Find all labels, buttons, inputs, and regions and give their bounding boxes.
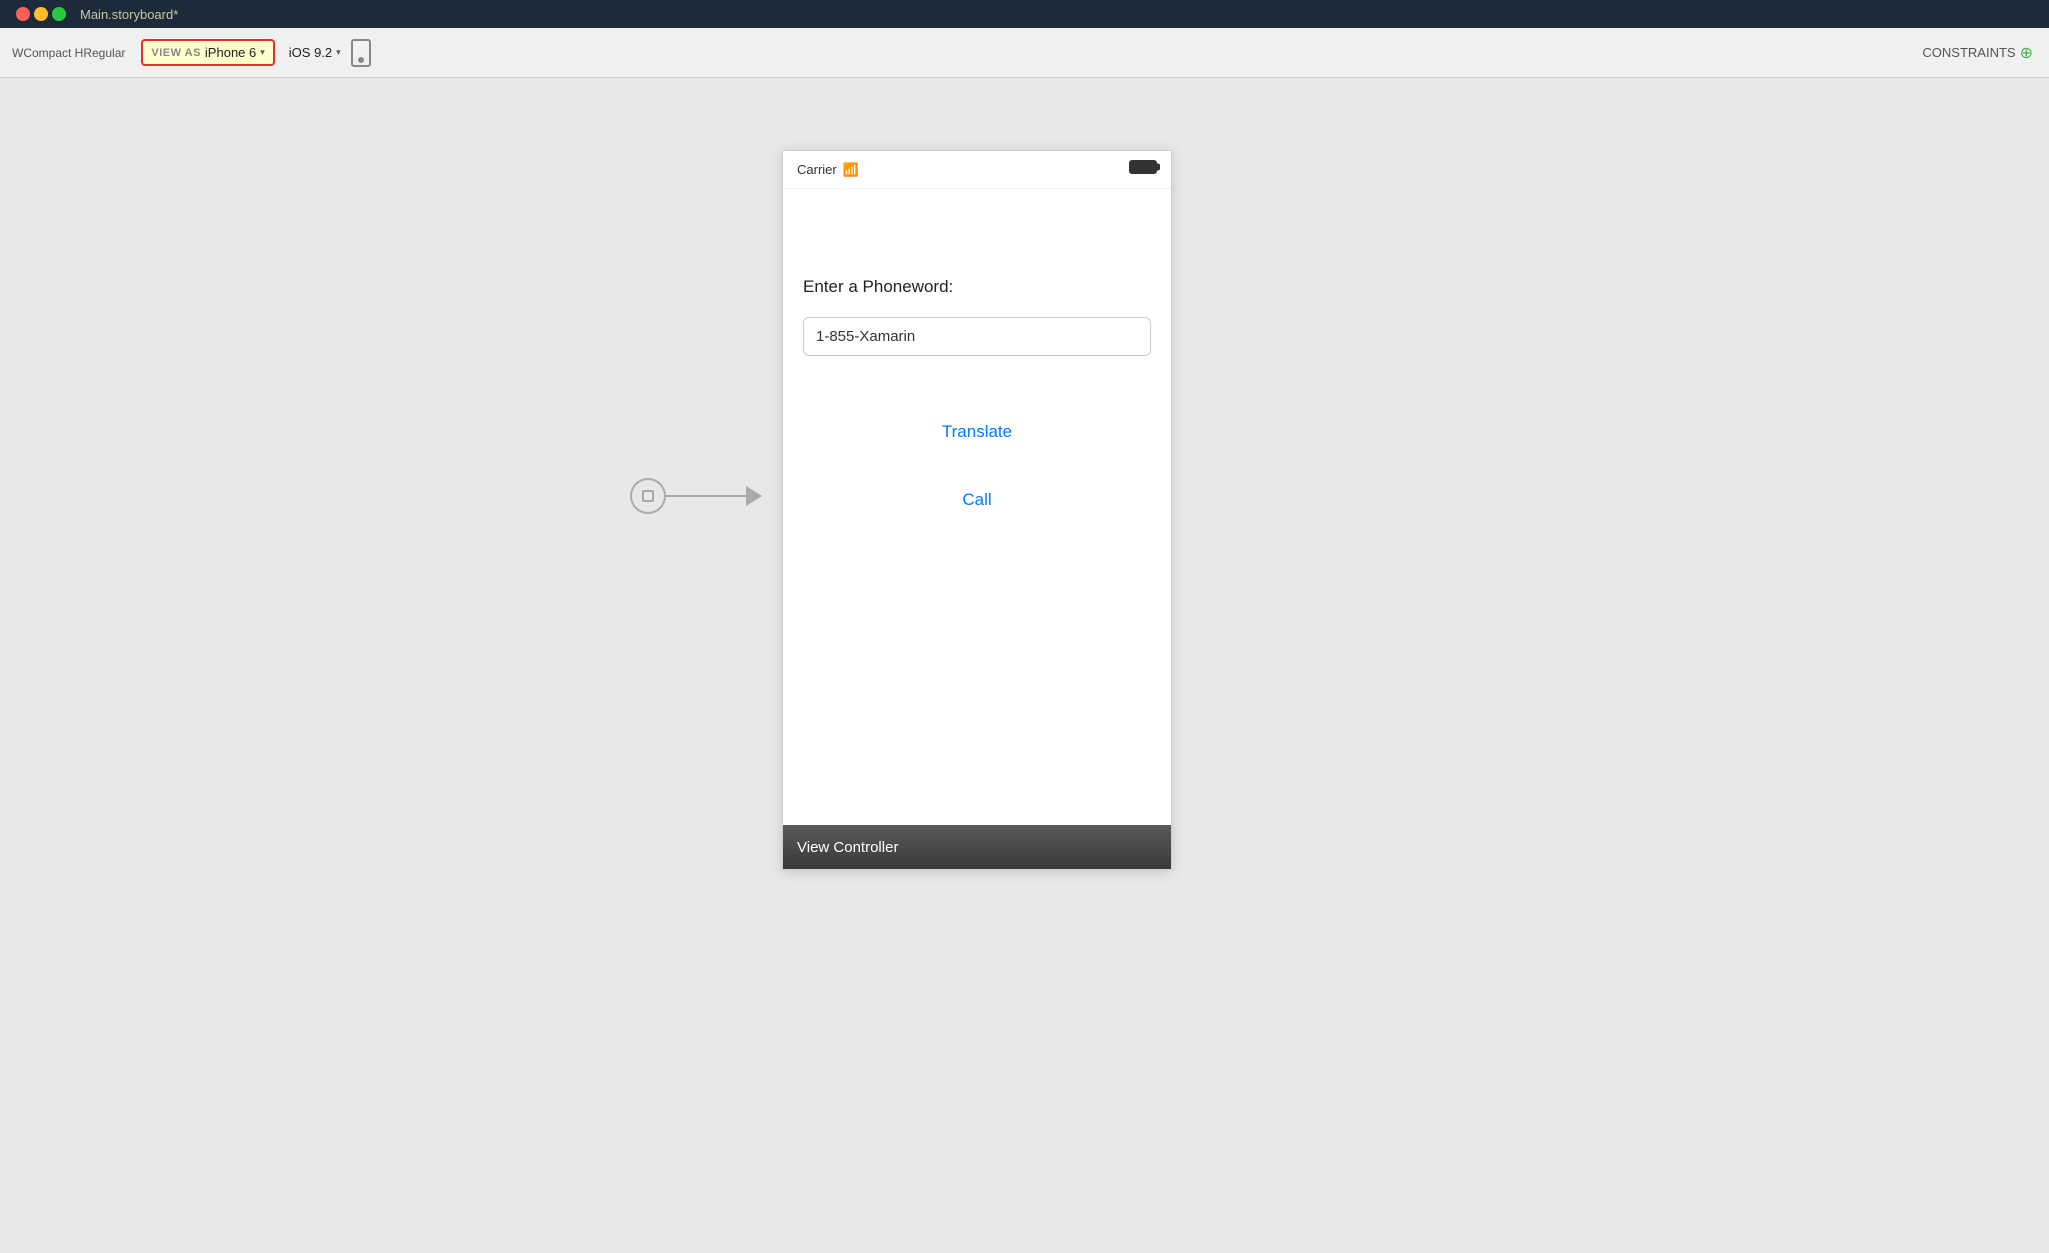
ios-version-dropdown-arrow: ▾	[336, 47, 341, 58]
battery-icon	[1129, 160, 1157, 174]
iphone-frame: Carrier 📶 Enter a Phoneword: Translate C…	[782, 150, 1172, 870]
title-bar: Main.storyboard*	[0, 0, 2049, 28]
call-button[interactable]: Call	[803, 478, 1151, 522]
status-bar: Carrier 📶	[783, 151, 1171, 189]
close-button[interactable]	[16, 7, 30, 21]
ios-version-label: iOS 9.2	[289, 45, 332, 60]
view-controller-bar: View Controller	[783, 825, 1171, 869]
entry-arrowhead	[746, 486, 762, 506]
constraints-button[interactable]: CONSTRAINTS ⊕	[1922, 43, 2033, 63]
constraints-text: CONSTRAINTS	[1922, 45, 2015, 60]
constraints-icon: ⊕	[2020, 43, 2033, 63]
ios-version-selector[interactable]: iOS 9.2 ▾	[289, 45, 341, 60]
device-orientation-icon[interactable]	[351, 39, 371, 67]
battery-indicator	[1129, 160, 1157, 179]
minimize-button[interactable]	[34, 7, 48, 21]
carrier-info: Carrier 📶	[797, 162, 859, 178]
toolbar: WCompact HRegular VIEW AS iPhone 6 ▾ iOS…	[0, 28, 2049, 78]
iphone-content: Enter a Phoneword: Translate Call	[783, 189, 1171, 869]
device-name-label: iPhone 6	[205, 45, 256, 60]
size-classes-label: WCompact HRegular	[12, 46, 125, 60]
storyboard-canvas: Carrier 📶 Enter a Phoneword: Translate C…	[0, 78, 2049, 1253]
phoneword-prompt: Enter a Phoneword:	[803, 277, 1151, 297]
entry-point-arrow	[630, 478, 762, 514]
device-dropdown-arrow: ▾	[260, 47, 265, 58]
wifi-icon: 📶	[843, 162, 859, 178]
document-title: Main.storyboard*	[80, 7, 178, 22]
window-controls	[16, 7, 70, 21]
view-as-label: VIEW AS	[151, 47, 201, 59]
entry-circle-inner	[642, 490, 654, 502]
view-controller-label: View Controller	[797, 839, 898, 856]
entry-arrow-line	[666, 495, 746, 497]
carrier-text: Carrier	[797, 162, 837, 177]
maximize-button[interactable]	[52, 7, 66, 21]
translate-button[interactable]: Translate	[803, 410, 1151, 454]
entry-circle	[630, 478, 666, 514]
phone-input[interactable]	[803, 317, 1151, 356]
view-as-selector[interactable]: VIEW AS iPhone 6 ▾	[141, 39, 274, 66]
